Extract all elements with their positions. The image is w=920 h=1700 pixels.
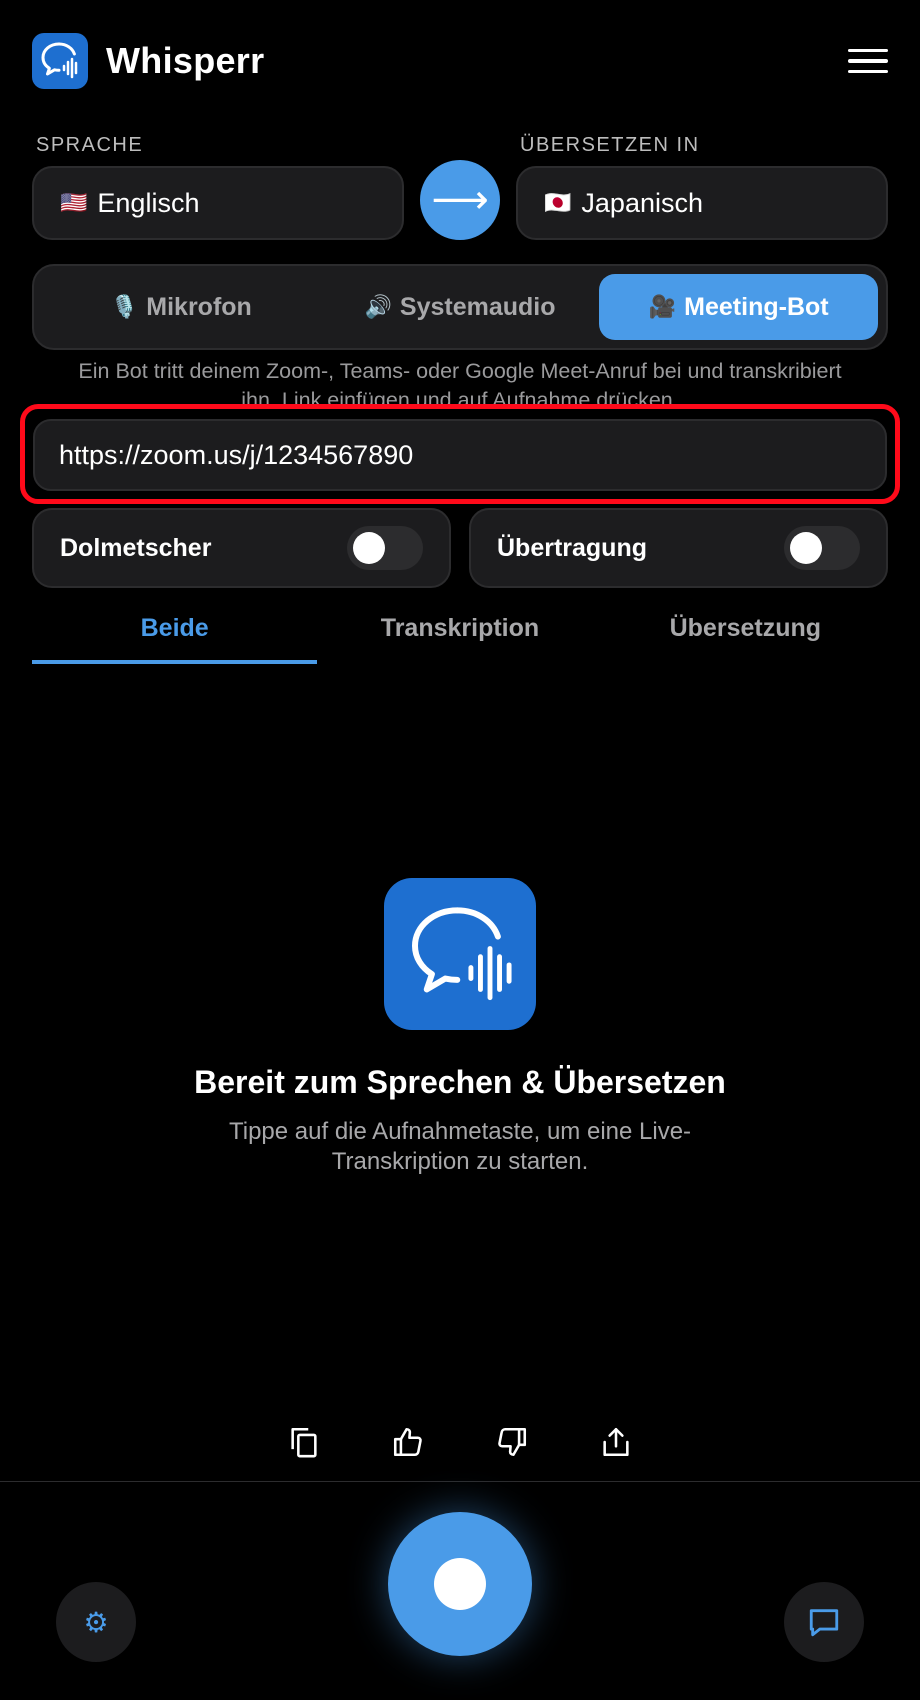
broadcast-label: Übertragung <box>497 533 647 562</box>
gear-icon: ⚙ <box>83 1606 109 1638</box>
tab-meeting-bot-label: Meeting-Bot <box>684 292 829 321</box>
tab-system-audio-label: Systemaudio <box>399 292 556 321</box>
empty-state-subtitle: Tippe auf die Aufnahmetaste, um eine Liv… <box>228 1118 692 1175</box>
copy-icon[interactable] <box>282 1420 326 1464</box>
target-language-value: Japanisch <box>581 187 703 218</box>
toggle-row: Dolmetscher Übertragung <box>32 508 888 588</box>
tab-both[interactable]: Beide <box>32 604 318 664</box>
meeting-bot-description: Ein Bot tritt deinem Zoom-, Teams- oder … <box>78 359 842 407</box>
empty-state: Bereit zum Sprechen & Übersetzen Tippe a… <box>0 878 920 1177</box>
tab-microphone-label: Mikrofon <box>146 292 252 321</box>
interpreter-toggle[interactable] <box>347 526 423 570</box>
app-header: Whisperr <box>32 32 888 90</box>
speaker-icon: 🔊 <box>364 294 392 319</box>
arrow-right-icon: ⟶ <box>431 178 489 222</box>
source-language-select[interactable]: 🇺🇸 Englisch <box>32 166 404 240</box>
thumbs-down-icon[interactable] <box>490 1420 534 1464</box>
tab-transcription[interactable]: Transkription <box>317 604 602 664</box>
japan-flag-icon: 🇯🇵 <box>544 190 572 215</box>
interpreter-label: Dolmetscher <box>60 533 212 562</box>
tab-meeting-bot[interactable]: 🎥 Meeting-Bot <box>599 274 879 340</box>
broadcast-toggle-card: Übertragung <box>469 508 888 588</box>
settings-button[interactable]: ⚙ <box>56 1582 136 1662</box>
hamburger-menu-icon[interactable] <box>848 41 888 81</box>
speech-bubble-waveform-icon <box>384 878 536 1030</box>
interpreter-toggle-card: Dolmetscher <box>32 508 451 588</box>
audio-source-tabs: 🎙️ Mikrofon 🔊 Systemaudio 🎥 Meeting-Bot <box>32 264 888 350</box>
thumbs-up-icon[interactable] <box>386 1420 430 1464</box>
swap-languages-button[interactable]: ⟶ <box>420 160 500 240</box>
chat-button[interactable] <box>784 1582 864 1662</box>
bottom-bar: ⚙ <box>0 1482 920 1700</box>
view-tabs: Beide Transkription Übersetzung <box>32 604 888 664</box>
tab-translation[interactable]: Übersetzung <box>603 604 888 664</box>
app-logo-icon <box>32 33 88 89</box>
source-language-value: Englisch <box>97 187 200 218</box>
target-language-label: ÜBERSETZEN IN <box>520 134 700 156</box>
tab-microphone[interactable]: 🎙️ Mikrofon <box>42 274 321 340</box>
action-bar <box>0 1420 920 1470</box>
tab-system-audio[interactable]: 🔊 Systemaudio <box>321 274 600 340</box>
empty-state-title: Bereit zum Sprechen & Übersetzen <box>194 1064 726 1100</box>
record-button[interactable] <box>388 1512 532 1656</box>
meeting-url-input[interactable] <box>33 419 887 491</box>
us-flag-icon: 🇺🇸 <box>60 190 88 215</box>
target-language-select[interactable]: 🇯🇵 Japanisch <box>516 166 888 240</box>
source-language-label: SPRACHE <box>36 134 144 156</box>
app-title: Whisperr <box>106 40 265 81</box>
broadcast-toggle[interactable] <box>784 526 860 570</box>
record-dot-icon <box>434 1558 486 1610</box>
chat-icon <box>809 1609 839 1637</box>
microphone-icon: 🎙️ <box>110 294 139 319</box>
language-row: SPRACHE 🇺🇸 Englisch ⟶ ÜBERSETZEN IN 🇯🇵 J… <box>32 130 888 242</box>
share-icon[interactable] <box>594 1420 638 1464</box>
video-camera-icon: 🎥 <box>648 294 677 319</box>
url-input-highlight <box>20 404 900 504</box>
